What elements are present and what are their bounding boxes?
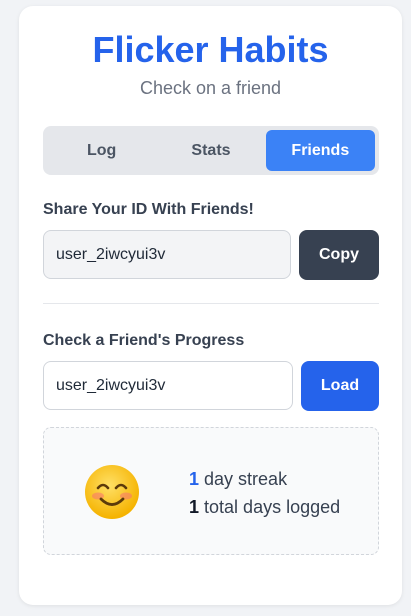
streak-text: day streak	[204, 469, 288, 489]
tab-log-label: Log	[87, 141, 117, 159]
friend-progress-heading: Check a Friend's Progress	[43, 332, 245, 349]
tab-friends[interactable]: Friends	[265, 130, 375, 171]
total-count: 1	[189, 497, 200, 517]
friend-stats: 1 day streak 1 total days logged	[189, 465, 340, 521]
tab-friends-label: Friends	[291, 141, 350, 159]
total-line: 1 total days logged	[189, 493, 340, 521]
streak-line: 1 day streak	[189, 465, 340, 493]
app-subtitle: Check on a friend	[139, 78, 282, 98]
main-card: Flicker Habits Check on a friend Log Sta…	[19, 6, 402, 605]
total-text: total days logged	[204, 497, 341, 517]
my-id-field[interactable]	[43, 230, 291, 279]
copy-button[interactable]: Copy	[299, 230, 379, 280]
friend-progress-card: 1 day streak 1 total days logged	[43, 427, 379, 555]
tab-stats-label: Stats	[191, 141, 231, 159]
load-button[interactable]: Load	[301, 361, 379, 411]
friend-id-input[interactable]	[43, 361, 293, 410]
tab-stats[interactable]: Stats	[156, 130, 265, 171]
tab-log[interactable]: Log	[47, 130, 156, 171]
smiling-face-icon	[84, 464, 140, 520]
section-divider	[43, 303, 379, 304]
streak-count: 1	[189, 469, 200, 489]
app-title: Flicker Habits	[92, 29, 329, 70]
tab-bar: Log Stats Friends	[43, 126, 379, 175]
share-id-heading: Share Your ID With Friends!	[43, 201, 254, 218]
